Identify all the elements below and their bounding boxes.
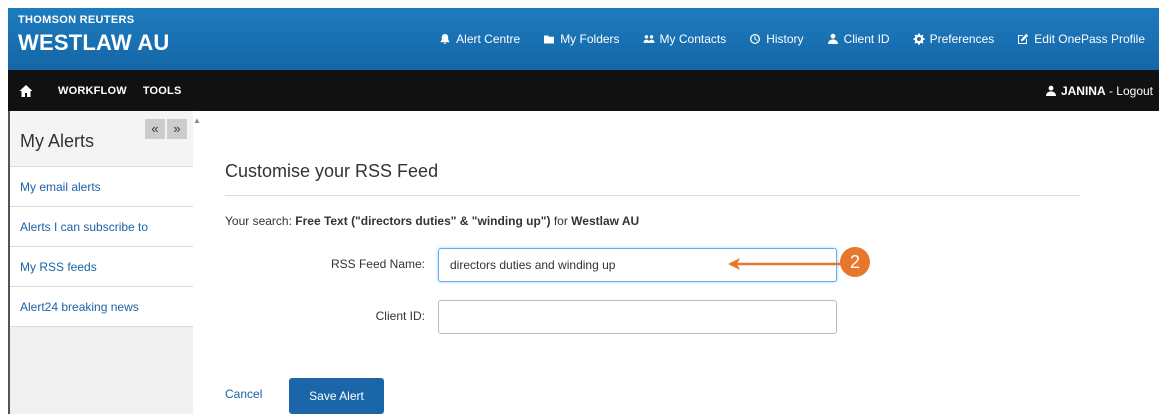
user-name: JANINA — [1060, 83, 1106, 98]
topnav-my-contacts[interactable]: My Contacts — [642, 32, 727, 46]
logout-link[interactable]: Logout — [1116, 84, 1153, 98]
top-header: THOMSON REUTERS WESTLAW AU Alert Centre … — [8, 8, 1159, 70]
home-icon — [19, 84, 33, 97]
cancel-link[interactable]: Cancel — [225, 387, 262, 401]
top-navigation: Alert Centre My Folders My Contacts Hist… — [430, 8, 1159, 70]
topnav-history[interactable]: History — [748, 32, 804, 46]
client-id-input[interactable] — [438, 300, 837, 334]
sidebar-title: My Alerts — [20, 131, 95, 151]
client-id-label: Client ID: — [375, 309, 425, 323]
annotation-badge: 2 — [840, 247, 870, 277]
sidebar-item-alert24-breaking-news[interactable]: Alert24 breaking news — [10, 287, 193, 327]
user-icon — [1045, 85, 1056, 96]
topnav-label: My Contacts — [659, 32, 727, 46]
topnav-label: Client ID — [843, 32, 890, 46]
user-icon — [826, 32, 840, 46]
topnav-label: My Folders — [560, 32, 620, 46]
brand-company: THOMSON REUTERS — [18, 14, 135, 26]
navbar-left: WORKFLOW TOOLS — [8, 70, 192, 111]
search-query: Free Text ("directors duties" & "winding… — [295, 214, 551, 228]
topnav-my-folders[interactable]: My Folders — [542, 32, 620, 46]
topnav-alert-centre[interactable]: Alert Centre — [438, 32, 520, 46]
topnav-label: Preferences — [929, 32, 995, 46]
collapse-left-button[interactable]: « — [145, 119, 165, 139]
brand-product[interactable]: WESTLAW AU — [18, 30, 170, 56]
client-id-row: Client ID: — [225, 300, 845, 334]
search-prefix: Your search: — [225, 214, 296, 228]
user-separator: - — [1105, 83, 1117, 98]
home-button[interactable] — [8, 70, 44, 111]
edit-icon — [1016, 32, 1030, 46]
folder-icon — [542, 32, 556, 46]
topnav-label: Alert Centre — [456, 32, 521, 46]
main-navbar: WORKFLOW TOOLS JANINA - Logout — [8, 70, 1159, 111]
nav-tools[interactable]: TOOLS — [143, 85, 182, 97]
topnav-label: Edit OnePass Profile — [1034, 32, 1145, 46]
collapse-right-button[interactable]: » — [167, 119, 187, 139]
history-icon — [748, 32, 762, 46]
collapse-controls: « » — [143, 119, 187, 139]
topnav-label: History — [766, 32, 804, 46]
search-database: Westlaw AU — [571, 214, 640, 228]
contacts-icon — [642, 32, 656, 46]
sidebar-header: My Alerts « » — [10, 111, 193, 167]
topnav-client-id[interactable]: Client ID — [826, 32, 890, 46]
save-alert-button[interactable]: Save Alert — [289, 378, 384, 414]
user-area: JANINA - Logout — [1045, 70, 1153, 111]
search-for: for — [550, 214, 572, 228]
sidebar-panel: My Alerts « » My email alerts Alerts I c… — [10, 111, 193, 327]
page-title: Customise your RSS Feed — [225, 161, 439, 181]
sidebar: My Alerts « » My email alerts Alerts I c… — [8, 111, 193, 414]
title-divider — [225, 195, 1080, 196]
scroll-up-arrow-icon[interactable]: ▲ — [193, 116, 201, 126]
annotation-arrow-icon — [728, 258, 842, 270]
gear-icon — [912, 32, 926, 46]
sidebar-item-my-rss-feeds[interactable]: My RSS feeds — [10, 247, 193, 287]
bell-icon — [438, 32, 452, 46]
topnav-edit-onepass-profile[interactable]: Edit OnePass Profile — [1016, 32, 1145, 46]
rss-feed-name-label: RSS Feed Name: — [330, 257, 425, 271]
nav-workflow[interactable]: WORKFLOW — [58, 85, 127, 97]
search-summary: Your search: Free Text ("directors dutie… — [225, 214, 639, 228]
sidebar-item-my-email-alerts[interactable]: My email alerts — [10, 167, 193, 207]
sidebar-item-alerts-i-can-subscribe-to[interactable]: Alerts I can subscribe to — [10, 207, 193, 247]
topnav-preferences[interactable]: Preferences — [912, 32, 995, 46]
